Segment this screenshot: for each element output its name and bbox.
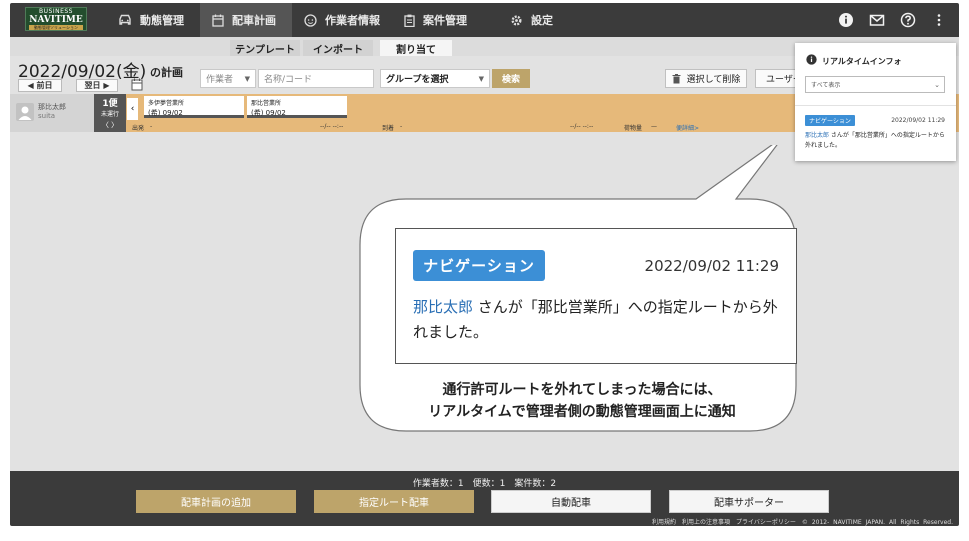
specified-route-dispatch-button[interactable]: 指定ルート配車 <box>314 490 474 513</box>
nav-label: 設定 <box>531 14 553 27</box>
delete-selected-label: 選択して削除 <box>686 75 741 85</box>
logo-line3: 動態管理ソリューション <box>29 25 83 30</box>
summary-counts: 作業者数：1 便数：1 案件数：2 <box>412 479 557 489</box>
face-icon <box>304 13 317 27</box>
gear-icon <box>511 15 522 25</box>
top-nav: BUSINESS NAVITIME 動態管理ソリューション 動態管理 配車計画 … <box>10 3 959 37</box>
info-icon <box>806 54 817 65</box>
realtime-filter-value: すべて表示 <box>811 82 841 89</box>
depart-value: - <box>150 123 153 130</box>
name-code-placeholder: 名称/コード <box>264 75 313 85</box>
more-vertical-icon[interactable] <box>931 12 947 28</box>
realtime-info-title: リアルタイムインフォ <box>822 57 902 66</box>
realtime-filter-select[interactable]: すべて表示 ⌄ <box>805 76 945 93</box>
nav-item-settings[interactable]: 設定 <box>500 3 560 37</box>
help-icon[interactable] <box>900 12 916 28</box>
nav-item-dynamics[interactable]: 動態管理 <box>106 3 196 37</box>
nav-label: 配車計画 <box>232 14 276 27</box>
group-select-value: グループを選択 <box>386 75 449 85</box>
depart-label: 出発 <box>132 125 145 132</box>
trip-nav-arrows[interactable]: 〈 〉 <box>94 120 126 130</box>
notification-time: 2022/09/02 11:29 <box>891 117 945 124</box>
footer-bar: 作業者数：1 便数：1 案件数：2 配車計画の追加 指定ルート配車 自動配車 配… <box>10 471 959 526</box>
nav-label: 動態管理 <box>140 14 184 27</box>
search-button[interactable]: 検索 <box>492 69 530 88</box>
next-day-button[interactable]: 翌日 ▶ <box>76 79 118 92</box>
chevron-down-icon: ▼ <box>244 75 250 83</box>
arrive-time: --/-- --:-- <box>570 123 594 130</box>
stop-card[interactable]: 那比営業所 (希) 09/02 <box>247 96 347 118</box>
group-select[interactable]: グループを選択 ▼ <box>380 69 490 88</box>
stop-date: (希) 09/02 <box>251 109 286 117</box>
stop-name: 多伊夢営業所 <box>148 100 185 107</box>
app-window: BUSINESS NAVITIME 動態管理ソリューション 動態管理 配車計画 … <box>10 3 959 526</box>
worker-id: suita <box>38 112 56 120</box>
tab-template[interactable]: テンプレート <box>230 40 300 56</box>
prev-day-button[interactable]: ◀ 前日 <box>18 79 62 92</box>
nav-item-dispatch-plan[interactable]: 配車計画 <box>200 3 292 37</box>
divider <box>795 105 956 106</box>
dispatch-supporter-button[interactable]: 配車サポーター <box>669 490 829 513</box>
realtime-info-panel: リアルタイムインフォ すべて表示 ⌄ ナビゲーション 2022/09/02 11… <box>795 43 956 161</box>
name-code-input[interactable]: 名称/コード <box>258 69 374 88</box>
trip-cell[interactable]: 1便 未運行 〈 〉 <box>94 94 126 132</box>
stop-date: (希) 09/02 <box>148 109 183 117</box>
worker-name: 那比太郎 <box>38 103 66 111</box>
notification-user-link[interactable]: 那比太郎 <box>805 132 829 139</box>
navigation-badge: ナビゲーション <box>805 115 855 126</box>
delete-selected-button[interactable]: 選択して削除 <box>665 69 747 88</box>
footer-links[interactable]: 利用規約 利用上の注意事項 プライバシーポリシー © 2012- NAVITIM… <box>652 517 953 526</box>
tab-import[interactable]: インポート <box>303 40 373 56</box>
cargo-value: — <box>651 123 657 130</box>
nav-item-case-management[interactable]: 案件管理 <box>398 3 488 37</box>
tab-assignment[interactable]: 割り当て <box>380 40 452 56</box>
clipboard-icon <box>404 14 415 27</box>
trash-icon <box>672 73 681 83</box>
caption-line: リアルタイムで管理者側の動態管理画面上に通知 <box>428 404 736 420</box>
avatar <box>16 103 34 121</box>
mail-icon[interactable] <box>869 12 885 28</box>
nav-label: 案件管理 <box>423 14 467 27</box>
depart-time: --/-- --:-- <box>320 123 344 130</box>
zoom-user-name: 那比太郎 <box>413 298 474 316</box>
worker-select[interactable]: 作業者 ▼ <box>200 69 256 88</box>
chevron-down-icon: ⌄ <box>934 81 940 89</box>
zoom-notification-message: 那比太郎 さんが「那比営業所」への指定ルートから外れました。 <box>413 295 788 345</box>
car-icon <box>119 14 131 25</box>
plan-date-suffix: の計画 <box>150 66 183 79</box>
nav-label: 作業者情報 <box>325 14 380 27</box>
calendar-icon <box>212 14 224 27</box>
stop-name: 那比営業所 <box>251 100 282 107</box>
chevron-left-icon[interactable]: ‹ <box>127 98 138 120</box>
logo-line2: NAVITIME <box>29 15 83 25</box>
info-icon[interactable] <box>838 12 854 28</box>
zoom-notification-time: 2022/09/02 11:29 <box>644 257 779 275</box>
trip-count: 1便 <box>102 99 118 109</box>
notification-zoom-card: ナビゲーション 2022/09/02 11:29 那比太郎 さんが「那比営業所」… <box>395 228 797 364</box>
add-plan-button[interactable]: 配車計画の追加 <box>136 490 296 513</box>
logo-line1: BUSINESS <box>39 8 73 15</box>
cargo-label: 荷物量 <box>624 125 643 132</box>
nav-item-worker-info[interactable]: 作業者情報 <box>296 3 392 37</box>
stop-card[interactable]: 多伊夢営業所 (希) 09/02 <box>144 96 244 118</box>
calendar-picker-icon[interactable] <box>131 78 143 91</box>
worker-cell[interactable]: 那比太郎 suita <box>10 94 94 132</box>
arrive-value: - <box>400 123 403 130</box>
caption-line: 通行許可ルートを外れてしまった場合には、 <box>442 382 722 398</box>
callout-caption: 通行許可ルートを外れてしまった場合には、 リアルタイムで管理者側の動態管理画面上… <box>368 379 796 423</box>
auto-dispatch-button[interactable]: 自動配車 <box>491 490 651 513</box>
trip-detail-link[interactable]: 便詳細> <box>676 123 699 132</box>
trip-status: 未運行 <box>100 111 119 118</box>
person-icon <box>18 106 32 120</box>
chevron-down-icon: ▼ <box>478 75 484 83</box>
brand-logo[interactable]: BUSINESS NAVITIME 動態管理ソリューション <box>25 7 87 31</box>
worker-select-value: 作業者 <box>206 75 234 85</box>
arrive-label: 到着 <box>382 125 395 132</box>
zoom-navigation-badge: ナビゲーション <box>413 250 545 281</box>
notification-message[interactable]: 那比太郎 さんが「那比営業所」への指定ルートから外れました。 <box>805 131 947 151</box>
